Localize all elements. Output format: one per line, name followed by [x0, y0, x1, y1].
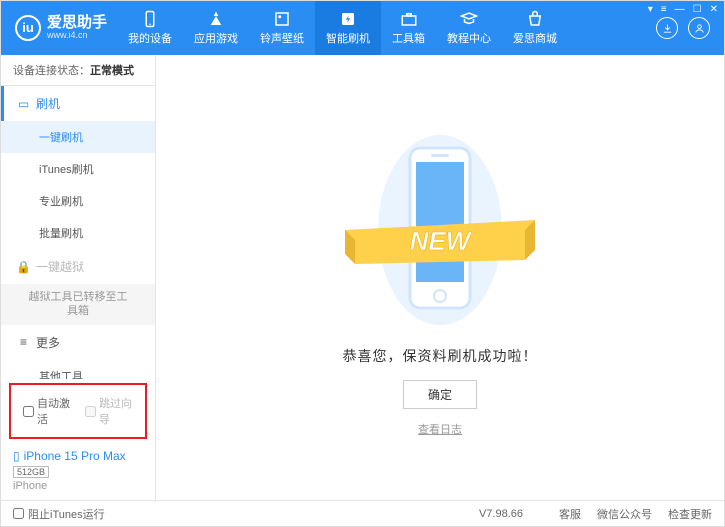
sidebar-other[interactable]: 其他工具	[1, 360, 155, 379]
nav-ringtone[interactable]: 铃声壁纸	[249, 1, 315, 55]
maximize-icon[interactable]: ☐	[693, 4, 702, 15]
nav-apps[interactable]: 应用游戏	[183, 1, 249, 55]
store-icon	[526, 10, 544, 28]
sidebar-onekey[interactable]: 一键刷机	[1, 121, 155, 153]
nav-store[interactable]: 爱思商城	[502, 1, 568, 55]
sidebar-pro[interactable]: 专业刷机	[1, 185, 155, 217]
device-storage: 512GB	[13, 466, 49, 478]
nav-tutorial[interactable]: 教程中心	[436, 1, 502, 55]
block-itunes-checkbox[interactable]: 阻止iTunes运行	[13, 506, 105, 522]
sidebar-flash[interactable]: ▭ 刷机	[1, 86, 155, 121]
minimize-icon[interactable]: —	[675, 4, 685, 15]
auto-activate-checkbox[interactable]: 自动激活	[23, 395, 71, 427]
skip-guide-checkbox[interactable]: 跳过向导	[85, 395, 133, 427]
logo: iu 爱思助手 www.i4.cn	[1, 15, 117, 41]
download-button[interactable]	[656, 17, 678, 39]
device-name[interactable]: ▯ iPhone 15 Pro Max	[13, 449, 143, 463]
view-log-link[interactable]: 查看日志	[418, 421, 462, 437]
menu-icon[interactable]: ▾	[648, 4, 653, 15]
sidebar-itunes[interactable]: iTunes刷机	[1, 153, 155, 185]
toolbox-icon	[400, 10, 418, 28]
more-icon: ≡	[17, 336, 30, 349]
top-nav: 我的设备 应用游戏 铃声壁纸 智能刷机 工具箱 教程中心 爱思商城	[117, 1, 568, 55]
app-header: iu 爱思助手 www.i4.cn 我的设备 应用游戏 铃声壁纸 智能刷机 工具…	[1, 1, 724, 55]
footer-wechat[interactable]: 微信公众号	[597, 506, 652, 522]
sidebar-more[interactable]: ≡ 更多	[1, 325, 155, 360]
activation-options: 自动激活 跳过向导	[9, 383, 147, 439]
tutorial-icon	[460, 10, 478, 28]
main-panel: NEW 恭喜您，保资料刷机成功啦！ 确定 查看日志	[156, 55, 724, 502]
nav-my-device[interactable]: 我的设备	[117, 1, 183, 55]
flash-icon	[339, 10, 357, 28]
device-info: ▯ iPhone 15 Pro Max 512GB iPhone	[1, 443, 155, 502]
lock-icon: 🔒	[17, 260, 30, 273]
jailbreak-note: 越狱工具已转移至工具箱	[1, 284, 155, 325]
version-label: V7.98.66	[479, 508, 523, 520]
device-os: iPhone	[13, 480, 143, 492]
close-icon[interactable]: ✕	[710, 4, 718, 15]
footer: 阻止iTunes运行 V7.98.66 客服 微信公众号 检查更新	[1, 500, 724, 526]
device-status: 设备连接状态：正常模式	[1, 55, 155, 86]
nav-flash[interactable]: 智能刷机	[315, 1, 381, 55]
user-button[interactable]	[688, 17, 710, 39]
phone-small-icon: ▯	[13, 449, 20, 463]
nav-toolbox[interactable]: 工具箱	[381, 1, 436, 55]
brand-name: 爱思助手	[47, 15, 107, 32]
brand-url: www.i4.cn	[47, 31, 107, 41]
sidebar: 设备连接状态：正常模式 ▭ 刷机 一键刷机 iTunes刷机 专业刷机 批量刷机…	[1, 55, 156, 502]
ok-button[interactable]: 确定	[403, 380, 477, 409]
logo-icon: iu	[15, 15, 41, 41]
footer-update[interactable]: 检查更新	[668, 506, 712, 522]
sidebar-jailbreak[interactable]: 🔒 一键越狱	[1, 249, 155, 284]
success-illustration: NEW	[375, 130, 505, 330]
svg-text:NEW: NEW	[410, 226, 473, 256]
new-badge: NEW	[345, 212, 535, 272]
device-icon	[141, 10, 159, 28]
footer-service[interactable]: 客服	[559, 506, 581, 522]
success-message: 恭喜您，保资料刷机成功啦！	[343, 346, 538, 366]
sidebar-batch[interactable]: 批量刷机	[1, 217, 155, 249]
phone-icon: ▭	[17, 97, 30, 110]
window-controls: ▾ ≡ — ☐ ✕	[648, 4, 718, 15]
apps-icon	[207, 10, 225, 28]
settings-icon[interactable]: ≡	[661, 4, 667, 15]
wallpaper-icon	[273, 10, 291, 28]
